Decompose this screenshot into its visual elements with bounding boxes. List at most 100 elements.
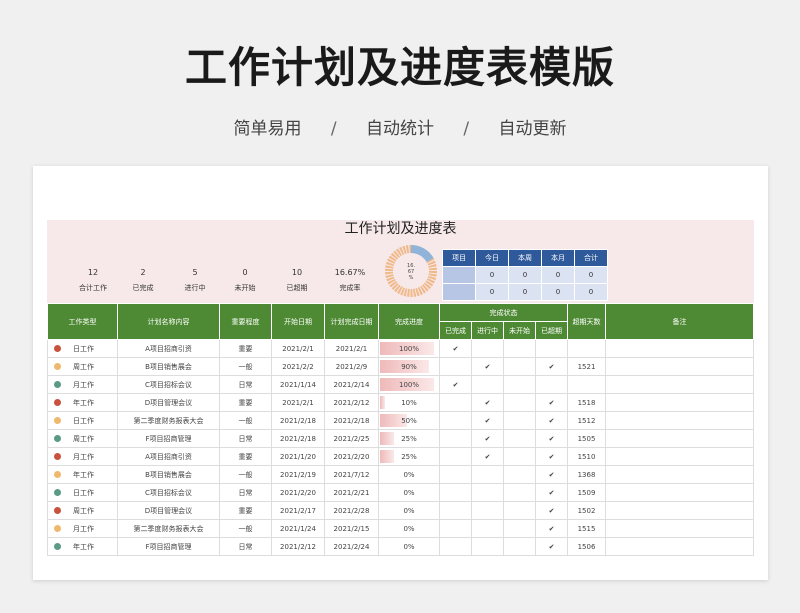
cell-plan-end-date[interactable]: 2021/2/15 <box>324 519 379 538</box>
cell-name[interactable]: B项目销售展会 <box>117 465 220 484</box>
cell-done-check[interactable] <box>439 357 472 376</box>
cell-type[interactable]: 日工作 <box>47 483 118 502</box>
cell-type[interactable]: 周工作 <box>47 429 118 448</box>
cell-importance[interactable]: 一般 <box>219 465 272 484</box>
cell-remark[interactable] <box>605 537 754 556</box>
col-status-group[interactable]: 完成状态 <box>439 303 568 322</box>
cell-doing-check[interactable]: ✔ <box>471 357 504 376</box>
cell-not-started-check[interactable] <box>503 411 536 430</box>
col-name[interactable]: 计划名称内容 <box>117 303 220 340</box>
cell-name[interactable]: D项目管理会议 <box>117 393 220 412</box>
cell-progress[interactable]: 25% <box>378 429 440 448</box>
period-cell[interactable]: 0 <box>574 283 608 301</box>
cell-progress[interactable]: 100% <box>378 339 440 358</box>
cell-progress[interactable]: 0% <box>378 537 440 556</box>
cell-plan-end-date[interactable]: 2021/2/28 <box>324 501 379 520</box>
cell-done-check[interactable] <box>439 393 472 412</box>
cell-done-check[interactable] <box>439 483 472 502</box>
cell-overdue-days[interactable]: 1368 <box>567 465 606 484</box>
cell-plan-end-date[interactable]: 2021/2/14 <box>324 375 379 394</box>
cell-doing-check[interactable] <box>471 465 504 484</box>
cell-doing-check[interactable]: ✔ <box>471 411 504 430</box>
cell-plan-end-date[interactable]: 2021/2/21 <box>324 483 379 502</box>
col-overdue[interactable]: 已超期 <box>535 321 568 340</box>
cell-remark[interactable] <box>605 483 754 502</box>
cell-overdue-days[interactable]: 1518 <box>567 393 606 412</box>
cell-start-date[interactable]: 2021/1/20 <box>271 447 325 466</box>
cell-remark[interactable] <box>605 501 754 520</box>
cell-type[interactable]: 年工作 <box>47 465 118 484</box>
cell-remark[interactable] <box>605 375 754 394</box>
cell-importance[interactable]: 日常 <box>219 483 272 502</box>
cell-remark[interactable] <box>605 519 754 538</box>
cell-done-check[interactable]: ✔ <box>439 375 472 394</box>
cell-name[interactable]: F项目招商管理 <box>117 429 220 448</box>
cell-not-started-check[interactable] <box>503 429 536 448</box>
cell-overdue-days[interactable] <box>567 339 606 358</box>
cell-start-date[interactable]: 2021/2/1 <box>271 393 325 412</box>
cell-importance[interactable]: 日常 <box>219 429 272 448</box>
cell-plan-end-date[interactable]: 2021/2/18 <box>324 411 379 430</box>
cell-done-check[interactable] <box>439 519 472 538</box>
cell-progress[interactable]: 50% <box>378 411 440 430</box>
cell-importance[interactable]: 重要 <box>219 501 272 520</box>
period-cell[interactable]: 0 <box>508 266 542 284</box>
cell-overdue-days[interactable]: 1506 <box>567 537 606 556</box>
cell-start-date[interactable]: 2021/2/20 <box>271 483 325 502</box>
cell-plan-end-date[interactable]: 2021/2/1 <box>324 339 379 358</box>
cell-progress[interactable]: 0% <box>378 483 440 502</box>
cell-not-started-check[interactable] <box>503 501 536 520</box>
cell-progress[interactable]: 90% <box>378 357 440 376</box>
period-cell[interactable]: 0 <box>475 283 509 301</box>
cell-name[interactable]: 第二季度财务报表大会 <box>117 411 220 430</box>
table-row[interactable]: 周工作 D项目管理会议 重要 2021/2/17 2021/2/28 0% ✔ 1502 <box>47 501 754 520</box>
cell-type[interactable]: 日工作 <box>47 411 118 430</box>
cell-not-started-check[interactable] <box>503 465 536 484</box>
cell-overdue-check[interactable]: ✔ <box>535 537 568 556</box>
cell-name[interactable]: A项目招商引资 <box>117 447 220 466</box>
col-progress[interactable]: 完成进度 <box>378 303 440 340</box>
cell-type[interactable]: 周工作 <box>47 501 118 520</box>
cell-start-date[interactable]: 2021/2/17 <box>271 501 325 520</box>
table-row[interactable]: 月工作 A项目招商引资 重要 2021/1/20 2021/2/20 25% ✔ ✔ 1510 <box>47 447 754 466</box>
period-cell[interactable]: 0 <box>574 266 608 284</box>
table-row[interactable]: 年工作 D项目管理会议 重要 2021/2/1 2021/2/12 10% ✔ ✔ 1518 <box>47 393 754 412</box>
cell-doing-check[interactable]: ✔ <box>471 447 504 466</box>
table-row[interactable]: 日工作 第二季度财务报表大会 一般 2021/2/18 2021/2/18 50% ✔ ✔ 15… <box>47 411 754 430</box>
table-row[interactable]: 周工作 B项目销售展会 一般 2021/2/2 2021/2/9 90% ✔ ✔ 1521 <box>47 357 754 376</box>
cell-start-date[interactable]: 2021/2/18 <box>271 411 325 430</box>
cell-remark[interactable] <box>605 447 754 466</box>
cell-progress[interactable]: 0% <box>378 519 440 538</box>
cell-overdue-check[interactable]: ✔ <box>535 393 568 412</box>
cell-overdue-check[interactable]: ✔ <box>535 411 568 430</box>
cell-overdue-days[interactable]: 1510 <box>567 447 606 466</box>
cell-name[interactable]: C项目招标会议 <box>117 483 220 502</box>
cell-overdue-days[interactable]: 1502 <box>567 501 606 520</box>
cell-not-started-check[interactable] <box>503 483 536 502</box>
cell-type[interactable]: 月工作 <box>47 375 118 394</box>
cell-importance[interactable]: 重要 <box>219 339 272 358</box>
cell-importance[interactable]: 一般 <box>219 519 272 538</box>
cell-name[interactable]: C项目招标会议 <box>117 375 220 394</box>
cell-not-started-check[interactable] <box>503 537 536 556</box>
cell-remark[interactable] <box>605 393 754 412</box>
cell-start-date[interactable]: 2021/1/24 <box>271 519 325 538</box>
cell-not-started-check[interactable] <box>503 447 536 466</box>
cell-type[interactable]: 年工作 <box>47 393 118 412</box>
cell-overdue-days[interactable]: 1515 <box>567 519 606 538</box>
period-cell[interactable]: 0 <box>475 266 509 284</box>
cell-importance[interactable]: 一般 <box>219 357 272 376</box>
table-row[interactable]: 周工作 F项目招商管理 日常 2021/2/18 2021/2/25 25% ✔ ✔ 1505 <box>47 429 754 448</box>
col-importance[interactable]: 重要程度 <box>219 303 272 340</box>
cell-doing-check[interactable]: ✔ <box>471 429 504 448</box>
table-row[interactable]: 日工作 C项目招标会议 日常 2021/2/20 2021/2/21 0% ✔ 1509 <box>47 483 754 502</box>
cell-name[interactable]: 第二季度财务报表大会 <box>117 519 220 538</box>
cell-plan-end-date[interactable]: 2021/2/20 <box>324 447 379 466</box>
cell-done-check[interactable] <box>439 501 472 520</box>
cell-doing-check[interactable] <box>471 375 504 394</box>
table-row[interactable]: 月工作 第二季度财务报表大会 一般 2021/1/24 2021/2/15 0% ✔ 1515 <box>47 519 754 538</box>
cell-start-date[interactable]: 2021/2/2 <box>271 357 325 376</box>
col-not-started[interactable]: 未开始 <box>503 321 536 340</box>
cell-plan-end-date[interactable]: 2021/2/25 <box>324 429 379 448</box>
cell-done-check[interactable] <box>439 537 472 556</box>
